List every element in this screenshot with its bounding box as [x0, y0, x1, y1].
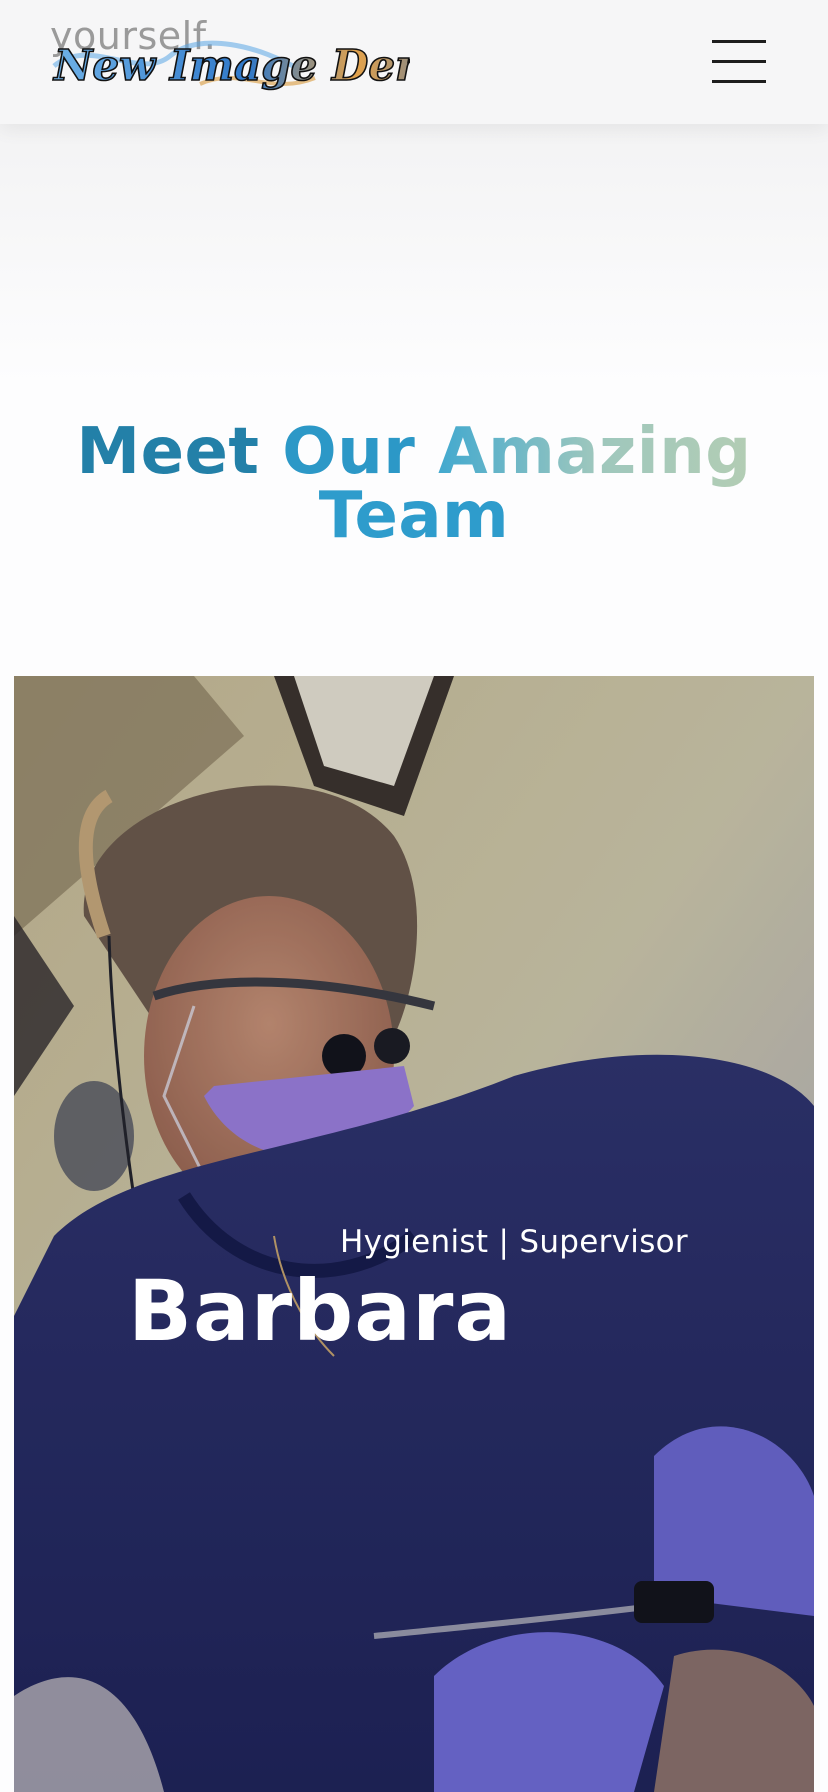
- logo-text: New Image Dental: [52, 41, 410, 90]
- hamburger-menu-icon: [712, 40, 766, 83]
- title-word-amazing: Amazing: [438, 415, 752, 489]
- site-header: yourself. New Image Dental: [0, 0, 828, 124]
- team-member-role: Hygienist | Supervisor: [340, 1224, 688, 1260]
- title-word-our: Our: [282, 415, 416, 489]
- hamburger-menu-button[interactable]: [706, 36, 772, 88]
- new-image-dental-logo[interactable]: New Image Dental: [50, 26, 410, 98]
- title-word-meet: Meet: [76, 415, 260, 489]
- title-word-team: Team: [318, 479, 510, 553]
- team-member-name: Barbara: [128, 1262, 513, 1360]
- hero-gradient-band: [0, 124, 828, 384]
- team-section-title: Meet Our Amazing Team: [40, 420, 788, 548]
